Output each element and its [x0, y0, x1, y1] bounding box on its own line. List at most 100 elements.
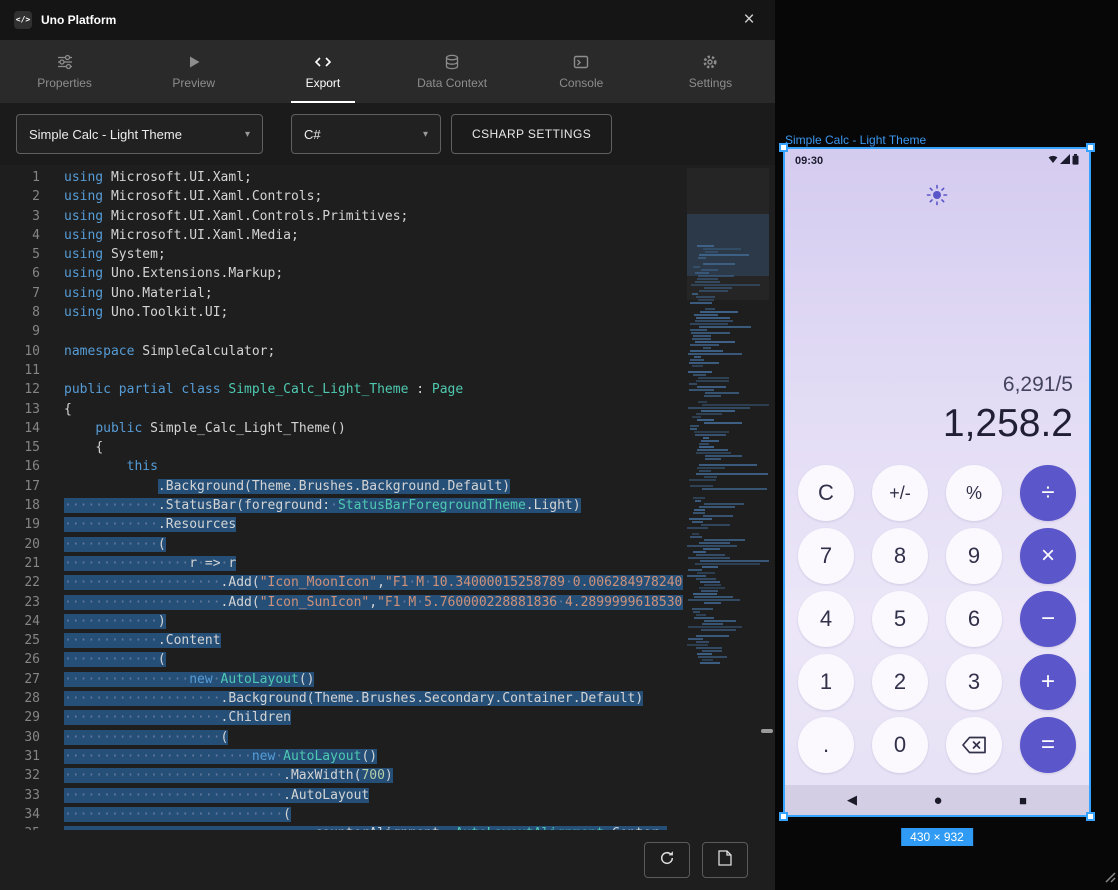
refresh-icon	[659, 850, 675, 871]
language-selector-dropdown[interactable]: C# ▾	[291, 114, 441, 154]
code-line: 12public partial class Simple_Calc_Light…	[0, 380, 683, 399]
code-line: 13{	[0, 400, 683, 419]
key-divide[interactable]: ÷	[1020, 465, 1076, 521]
export-file-button[interactable]	[702, 842, 748, 878]
spacer	[785, 225, 1089, 373]
chevron-down-icon: ▾	[245, 129, 250, 140]
display-result: 1,258.2	[801, 404, 1073, 445]
code-line: 16 this	[0, 457, 683, 476]
code-line: 6using Uno.Extensions.Markup;	[0, 264, 683, 283]
tab-export[interactable]: Export	[258, 40, 387, 103]
resize-handle-bottom-left[interactable]	[779, 812, 788, 821]
resize-handle-top-left[interactable]	[779, 143, 788, 152]
tab-label: Data Context	[417, 76, 487, 90]
code-line: 15 {	[0, 438, 683, 457]
code-line: 19············.Resources	[0, 515, 683, 534]
key-4[interactable]: 4	[798, 591, 854, 647]
nav-back-button[interactable]: ◀	[847, 792, 857, 808]
tab-label: Preview	[172, 76, 215, 90]
calculator-display: 6,291/5 1,258.2	[785, 373, 1089, 445]
terminal-icon	[573, 54, 589, 70]
key-2[interactable]: 2	[872, 654, 928, 710]
gear-icon	[702, 54, 718, 70]
editor-bottombar	[0, 830, 775, 890]
code-lines[interactable]: 1using Microsoft.UI.Xaml;2using Microsof…	[0, 168, 683, 830]
close-icon[interactable]: ×	[737, 8, 761, 32]
tab-console[interactable]: Console	[517, 40, 646, 103]
file-icon	[718, 850, 732, 871]
database-icon	[444, 54, 460, 70]
code-brackets-icon	[314, 54, 332, 70]
code-line: 1using Microsoft.UI.Xaml;	[0, 168, 683, 187]
key-6[interactable]: 6	[946, 591, 1002, 647]
window-resize-grip[interactable]	[1102, 869, 1116, 888]
key-clear[interactable]: C	[798, 465, 854, 521]
app-window: </> Uno Platform × Properties Preview Ex…	[0, 0, 1118, 890]
code-line: 31························new·AutoLayout…	[0, 747, 683, 766]
key-3[interactable]: 3	[946, 654, 1002, 710]
key-multiply[interactable]: ×	[1020, 528, 1076, 584]
export-toolbar: Simple Calc - Light Theme ▾ C# ▾ CSHARP …	[0, 103, 775, 165]
code-line: 3using Microsoft.UI.Xaml.Controls.Primit…	[0, 207, 683, 226]
window-title: Uno Platform	[41, 13, 116, 27]
status-icons	[1048, 154, 1079, 168]
key-1[interactable]: 1	[798, 654, 854, 710]
key-0[interactable]: 0	[872, 717, 928, 773]
code-line: 33····························.AutoLayou…	[0, 786, 683, 805]
tab-properties[interactable]: Properties	[0, 40, 129, 103]
tab-data-context[interactable]: Data Context	[388, 40, 517, 103]
resize-handle-top-right[interactable]	[1086, 143, 1095, 152]
tab-label: Console	[559, 76, 603, 90]
key-decimal[interactable]: .	[798, 717, 854, 773]
signal-icon	[1060, 154, 1070, 167]
code-line: 8using Uno.Toolkit.UI;	[0, 303, 683, 322]
tab-label: Properties	[37, 76, 92, 90]
nav-recents-button[interactable]: ■	[1019, 793, 1027, 808]
key-8[interactable]: 8	[872, 528, 928, 584]
code-line: 28····················.Background(Theme.…	[0, 689, 683, 708]
left-panel: </> Uno Platform × Properties Preview Ex…	[0, 0, 775, 890]
uno-platform-logo-icon: </>	[14, 11, 32, 29]
phone-artboard[interactable]: 09:30 6,291/5 1,258.2 C+/-%÷789×456−123+…	[783, 147, 1091, 817]
code-line: 34····························(	[0, 805, 683, 824]
code-line: 22····················.Add("Icon_MoonIco…	[0, 573, 683, 592]
code-line: 2using Microsoft.UI.Xaml.Controls;	[0, 187, 683, 206]
page-selector-dropdown[interactable]: Simple Calc - Light Theme ▾	[16, 114, 263, 154]
code-editor[interactable]: 1using Microsoft.UI.Xaml;2using Microsof…	[0, 165, 775, 830]
chevron-down-icon: ▾	[423, 129, 428, 140]
page-selector-value: Simple Calc - Light Theme	[29, 127, 182, 142]
nav-home-button[interactable]: ●	[934, 792, 943, 809]
code-line: 25············.Content	[0, 631, 683, 650]
code-line: 5using System;	[0, 245, 683, 264]
language-selector-value: C#	[304, 127, 321, 142]
calculator-keypad: C +/-% ÷ 789 × 456− 123 +. 0 =	[785, 459, 1089, 785]
key-plusminus[interactable]: +/-	[872, 465, 928, 521]
artboard-label[interactable]: Simple Calc - Light Theme	[785, 133, 926, 147]
display-expression: 6,291/5	[801, 373, 1073, 397]
code-line: 17 .Background(Theme.Brushes.Background.…	[0, 477, 683, 496]
resize-handle-bottom-right[interactable]	[1086, 812, 1095, 821]
code-line: 7using Uno.Material;	[0, 284, 683, 303]
minimap[interactable]	[687, 168, 769, 830]
key-equals[interactable]: =	[1020, 717, 1076, 773]
theme-toggle-button[interactable]	[785, 169, 1089, 225]
code-line: 30····················(	[0, 728, 683, 747]
key-5[interactable]: 5	[872, 591, 928, 647]
key-percent[interactable]: %	[946, 465, 1002, 521]
csharp-settings-button[interactable]: CSHARP SETTINGS	[451, 114, 612, 154]
sun-icon	[925, 183, 949, 212]
tab-settings[interactable]: Settings	[646, 40, 775, 103]
android-navbar: ◀ ● ■	[785, 785, 1089, 815]
key-7[interactable]: 7	[798, 528, 854, 584]
scrollbar-thumb[interactable]	[761, 729, 773, 733]
key-add[interactable]: +	[1020, 654, 1076, 710]
key-backspace[interactable]	[946, 717, 1002, 773]
key-9[interactable]: 9	[946, 528, 1002, 584]
code-line: 4using Microsoft.UI.Xaml.Media;	[0, 226, 683, 245]
refresh-button[interactable]	[644, 842, 690, 878]
code-line: 11	[0, 361, 683, 380]
code-line: 35································counte…	[0, 824, 683, 830]
tab-preview[interactable]: Preview	[129, 40, 258, 103]
key-subtract[interactable]: −	[1020, 591, 1076, 647]
device-preview-canvas[interactable]: Simple Calc - Light Theme 09:30 6,291/5	[775, 0, 1118, 890]
